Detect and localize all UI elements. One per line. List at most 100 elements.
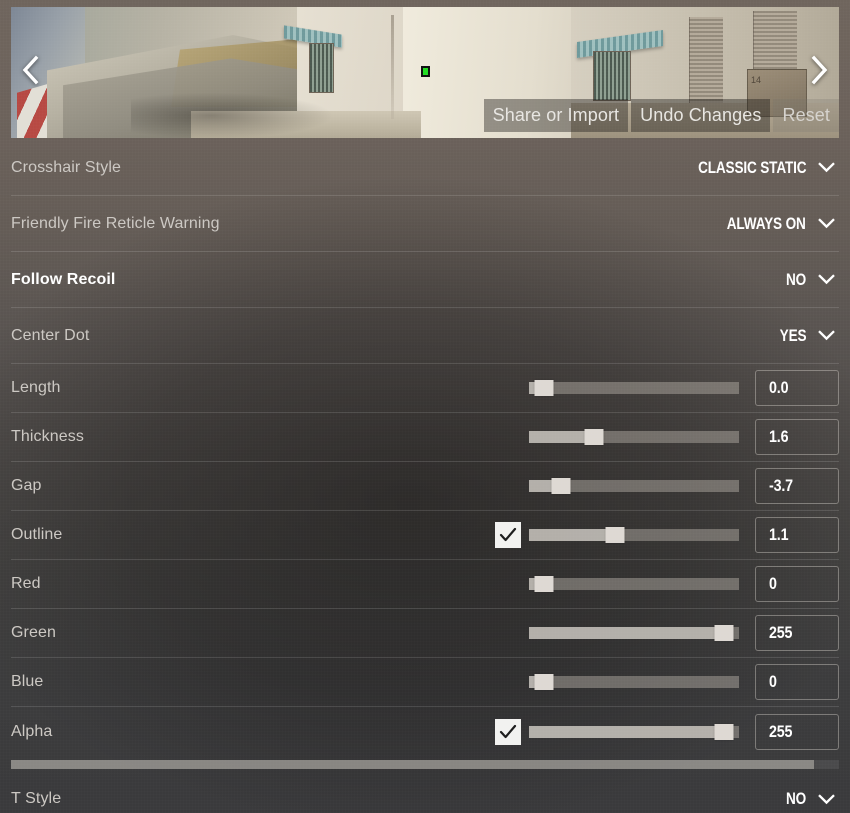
slider-handle[interactable] bbox=[534, 576, 554, 592]
slider-control-group: 1.1 bbox=[495, 517, 839, 553]
settings-value-text: 1.6 bbox=[769, 427, 789, 446]
slider-control-group: 255 bbox=[495, 713, 839, 750]
settings-row[interactable]: Red 0 bbox=[11, 560, 839, 609]
chevron-down-icon bbox=[818, 218, 835, 229]
chevron-left-icon bbox=[22, 55, 40, 90]
slider-handle[interactable] bbox=[534, 380, 554, 396]
settings-value-text: 0 bbox=[769, 574, 777, 593]
settings-row-label: T Style bbox=[11, 790, 62, 807]
settings-value-text: 0 bbox=[769, 672, 777, 691]
scene-crate-number: 14 bbox=[751, 75, 762, 85]
settings-dropdown[interactable]: NO bbox=[781, 789, 839, 809]
settings-row[interactable]: Center Dot YES bbox=[11, 308, 839, 364]
checkbox-placeholder bbox=[495, 669, 521, 695]
settings-checkbox[interactable] bbox=[495, 718, 521, 745]
preview-action-button[interactable]: Undo Changes bbox=[631, 99, 771, 132]
scene-pipe bbox=[391, 15, 394, 119]
settings-row-label: Thickness bbox=[11, 428, 84, 445]
dropdown-rows-bottom-group: T Style NO bbox=[11, 771, 839, 813]
settings-slider[interactable] bbox=[529, 576, 739, 592]
settings-value-text: -3.7 bbox=[769, 476, 793, 495]
slider-fill bbox=[529, 529, 613, 541]
scene-window-right bbox=[593, 51, 631, 101]
slider-handle[interactable] bbox=[584, 429, 604, 445]
settings-row[interactable]: Thickness 1.6 bbox=[11, 413, 839, 462]
settings-row[interactable]: T Style NO bbox=[11, 771, 839, 813]
settings-list-bottom: T Style NO bbox=[0, 771, 850, 813]
settings-row[interactable]: Alpha 255 bbox=[11, 707, 839, 756]
checkmark-icon bbox=[499, 527, 517, 542]
settings-value-text: 255 bbox=[769, 721, 793, 741]
preview-action-button[interactable]: Share or Import bbox=[483, 99, 629, 132]
settings-value-input[interactable]: 0.0 bbox=[755, 370, 839, 406]
settings-dropdown[interactable]: CLASSIC STATIC bbox=[671, 158, 839, 178]
scene-shadow bbox=[131, 93, 331, 138]
checkbox-placeholder bbox=[495, 473, 521, 499]
slider-handle[interactable] bbox=[534, 674, 554, 690]
checkbox-placeholder bbox=[495, 620, 521, 646]
chevron-down-icon bbox=[818, 793, 835, 804]
settings-row[interactable]: Friendly Fire Reticle Warning ALWAYS ON bbox=[11, 196, 839, 252]
slider-handle[interactable] bbox=[714, 625, 734, 641]
settings-row-label: Length bbox=[11, 379, 61, 396]
dropdown-rows-top-group: Crosshair Style CLASSIC STATIC Friendly Fi… bbox=[11, 140, 839, 364]
settings-value-input[interactable]: 255 bbox=[755, 615, 839, 651]
settings-slider[interactable] bbox=[529, 723, 739, 740]
slider-fill bbox=[529, 725, 733, 738]
settings-slider[interactable] bbox=[529, 674, 739, 690]
settings-slider[interactable] bbox=[529, 625, 739, 641]
slider-fill bbox=[529, 627, 733, 639]
slider-control-group: 0 bbox=[495, 664, 839, 700]
settings-dropdown[interactable]: NO bbox=[781, 270, 839, 290]
settings-dropdown-value: CLASSIC STATIC bbox=[697, 157, 806, 177]
checkmark-icon bbox=[499, 724, 517, 738]
slider-control-group: -3.7 bbox=[495, 468, 839, 504]
settings-dropdown[interactable]: YES bbox=[773, 326, 839, 346]
settings-row-label: Green bbox=[11, 624, 56, 641]
settings-slider[interactable] bbox=[529, 478, 739, 494]
settings-value-input[interactable]: -3.7 bbox=[755, 468, 839, 504]
settings-value-input[interactable]: 0 bbox=[755, 566, 839, 602]
slider-control-group: 255 bbox=[495, 615, 839, 651]
settings-row[interactable]: Crosshair Style CLASSIC STATIC bbox=[11, 140, 839, 196]
preview-action-button[interactable]: Reset bbox=[773, 99, 839, 132]
slider-handle[interactable] bbox=[714, 723, 734, 740]
settings-slider[interactable] bbox=[529, 380, 739, 396]
settings-value-input[interactable]: 0 bbox=[755, 664, 839, 700]
settings-row-label: Follow Recoil bbox=[11, 270, 116, 288]
slider-control-group: 1.6 bbox=[495, 419, 839, 455]
settings-row[interactable]: Blue 0 bbox=[11, 658, 839, 707]
settings-row[interactable]: Gap -3.7 bbox=[11, 462, 839, 511]
preview-action-bar: Share or Import Undo Changes Reset bbox=[483, 99, 839, 132]
settings-checkbox[interactable] bbox=[495, 522, 521, 548]
scene-window-left bbox=[309, 43, 334, 93]
settings-list: Crosshair Style CLASSIC STATIC Friendly Fi… bbox=[0, 140, 850, 756]
settings-row[interactable]: Length 0.0 bbox=[11, 364, 839, 413]
settings-dropdown-value: NO bbox=[785, 269, 806, 289]
settings-value-input[interactable]: 1.6 bbox=[755, 419, 839, 455]
settings-row[interactable]: Green 255 bbox=[11, 609, 839, 658]
chevron-right-icon bbox=[810, 55, 828, 90]
preview-prev-button[interactable] bbox=[13, 50, 49, 96]
settings-row[interactable]: Outline 1.1 bbox=[11, 511, 839, 560]
settings-value-input[interactable]: 255 bbox=[755, 713, 839, 750]
settings-row[interactable]: Follow Recoil NO bbox=[11, 252, 839, 308]
crosshair-settings-panel: 14 Share or Import Undo Changes Reset Cr… bbox=[0, 0, 850, 813]
settings-row-label: Red bbox=[11, 575, 41, 592]
settings-row-label: Alpha bbox=[11, 722, 53, 740]
slider-handle[interactable] bbox=[551, 478, 571, 494]
preview-next-button[interactable] bbox=[801, 50, 837, 96]
settings-slider[interactable] bbox=[529, 527, 739, 543]
slider-handle[interactable] bbox=[605, 527, 625, 543]
scene-shutter-left bbox=[689, 17, 723, 103]
slider-rows-group: Length 0.0 Thickness 1.6 Gap -3.7 Outline 1.1 Re… bbox=[11, 364, 839, 756]
settings-scrollbar[interactable] bbox=[11, 760, 839, 769]
settings-value-input[interactable]: 1.1 bbox=[755, 517, 839, 553]
slider-fill bbox=[529, 431, 590, 443]
checkbox-placeholder bbox=[495, 375, 521, 401]
settings-slider[interactable] bbox=[529, 429, 739, 445]
settings-scrollbar-thumb[interactable] bbox=[11, 760, 815, 769]
settings-dropdown[interactable]: ALWAYS ON bbox=[707, 214, 839, 234]
crosshair-center-dot bbox=[421, 65, 430, 77]
settings-value-text: 255 bbox=[769, 623, 793, 642]
